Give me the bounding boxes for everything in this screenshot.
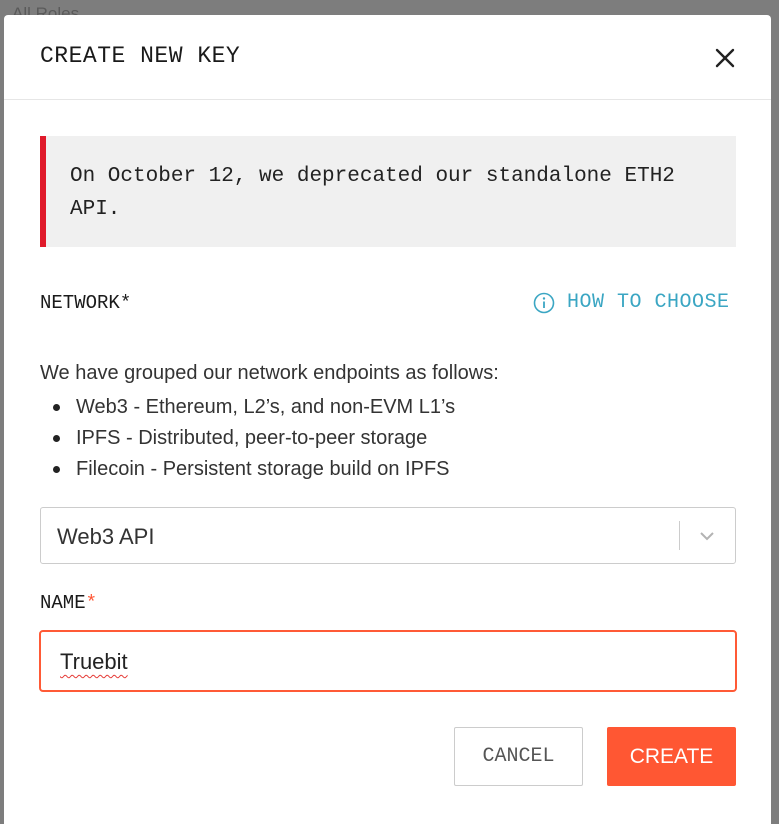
- notice-text: On October 12, we deprecated our standal…: [70, 165, 675, 221]
- create-button[interactable]: CREATE: [607, 727, 736, 786]
- network-select[interactable]: Web3 API: [40, 507, 736, 564]
- bullet-icon: [53, 435, 60, 442]
- how-to-choose-text: HOW TO CHOOSE: [567, 291, 730, 314]
- list-item-text: Filecoin - Persistent storage build on I…: [76, 458, 450, 480]
- bullet-icon: [53, 404, 60, 411]
- list-item-text: IPFS - Distributed, peer-to-peer storage: [76, 427, 428, 449]
- network-groups-list: Web3 - Ethereum, L2’s, and non-EVM L1’s …: [40, 392, 455, 485]
- network-select-value: Web3 API: [57, 524, 155, 549]
- list-item: IPFS - Distributed, peer-to-peer storage: [40, 423, 455, 454]
- modal-title: CREATE NEW KEY: [40, 43, 241, 69]
- list-item: Web3 - Ethereum, L2’s, and non-EVM L1’s: [40, 392, 455, 423]
- name-input[interactable]: Truebit: [39, 630, 737, 692]
- info-icon: [533, 292, 555, 313]
- cancel-button[interactable]: CANCEL: [454, 727, 583, 786]
- list-item-text: Web3 - Ethereum, L2’s, and non-EVM L1’s: [76, 396, 456, 418]
- network-description: We have grouped our network endpoints as…: [40, 362, 499, 384]
- network-label: NETWORK*: [40, 292, 132, 314]
- required-mark: *: [85, 592, 98, 614]
- deprecation-notice: On October 12, we deprecated our standal…: [40, 136, 736, 247]
- list-item: Filecoin - Persistent storage build on I…: [40, 454, 455, 485]
- close-button[interactable]: [710, 43, 740, 73]
- name-label-text: NAME: [40, 592, 86, 614]
- select-divider: [679, 521, 680, 550]
- how-to-choose-link[interactable]: HOW TO CHOOSE: [533, 291, 730, 314]
- create-key-modal: CREATE NEW KEY On October 12, we depreca…: [4, 15, 771, 824]
- chevron-down-icon[interactable]: [697, 526, 717, 546]
- name-input-value[interactable]: Truebit: [60, 649, 128, 675]
- name-label: NAME*: [40, 592, 97, 614]
- close-icon: [715, 48, 735, 68]
- modal-header: CREATE NEW KEY: [4, 15, 771, 100]
- bullet-icon: [53, 466, 60, 473]
